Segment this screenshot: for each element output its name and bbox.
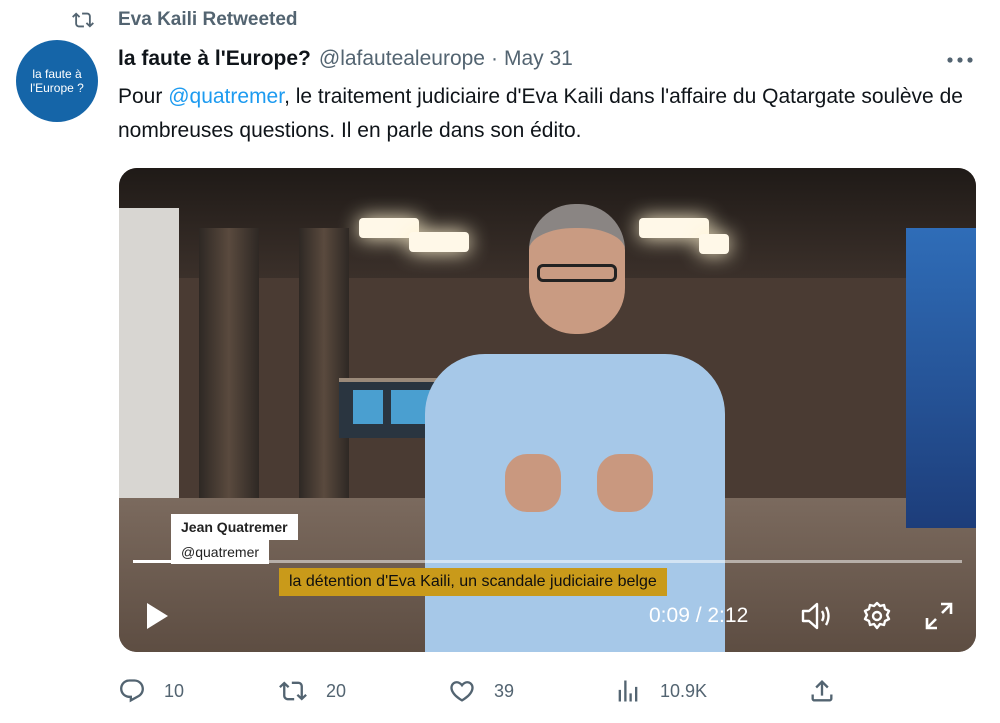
retweet-label: Eva Kaili Retweeted <box>118 9 298 30</box>
presenter-hand <box>597 454 653 512</box>
views-count: 10.9K <box>660 680 708 701</box>
author-name[interactable]: la faute à l'Europe? <box>118 47 311 71</box>
tweet-header: la faute à l'Europe? @lafautealeurope · … <box>118 44 573 74</box>
volume-button[interactable] <box>799 598 835 634</box>
presenter-hands <box>505 454 655 514</box>
video-player[interactable]: Jean Quatremer @quatremer la détention d… <box>119 168 976 652</box>
reply-count: 10 <box>164 680 185 701</box>
avatar-text-line2: l'Europe ? <box>30 81 84 95</box>
lower-third-name: Jean Quatremer <box>171 514 298 540</box>
video-time: 0:09 / 2:12 <box>649 604 749 627</box>
mention-link[interactable]: @quatremer <box>168 85 284 108</box>
separator-dot: · <box>490 47 498 70</box>
more-button[interactable] <box>944 48 976 72</box>
play-button[interactable] <box>143 598 171 634</box>
reply-icon <box>120 679 144 703</box>
like-count: 39 <box>494 680 515 701</box>
more-icon <box>947 57 973 63</box>
avatar[interactable]: la faute à l'Europe ? <box>16 40 98 122</box>
tweet-actions: 10 20 39 10.9K <box>118 672 958 710</box>
views-button[interactable]: 10.9K <box>614 672 707 710</box>
retweet-icon <box>279 681 307 701</box>
retweet-context[interactable]: Eva Kaili Retweeted <box>72 6 298 34</box>
views-icon <box>618 680 638 702</box>
fullscreen-button[interactable] <box>921 598 957 634</box>
scene-pillar <box>199 228 259 528</box>
retweet-button[interactable]: 20 <box>278 672 346 710</box>
video-controls: 0:09 / 2:12 <box>119 588 976 652</box>
presenter-glasses <box>537 264 617 282</box>
tweet-text-prefix: Pour <box>118 85 169 108</box>
share-icon <box>811 680 833 702</box>
retweet-icon <box>72 12 94 28</box>
settings-icon <box>863 601 891 630</box>
author-handle[interactable]: @lafautealeurope <box>319 47 485 71</box>
scene-blue-wall <box>906 228 976 528</box>
tweet-text: Pour @quatremer, le traitement judiciair… <box>118 80 978 148</box>
avatar-text-line1: la faute à <box>32 67 82 81</box>
play-icon <box>147 603 168 629</box>
volume-icon <box>801 602 830 630</box>
retweet-count: 20 <box>326 680 347 701</box>
settings-button[interactable] <box>859 598 895 634</box>
scene-wall <box>119 208 179 508</box>
video-progress-fill <box>133 560 192 563</box>
video-progress-bar[interactable] <box>133 560 962 563</box>
presenter-hand <box>505 454 561 512</box>
share-button[interactable] <box>808 672 854 710</box>
fullscreen-icon <box>925 602 953 630</box>
reply-button[interactable]: 10 <box>118 672 184 710</box>
heart-icon <box>450 681 474 702</box>
scene-screen <box>353 390 383 424</box>
like-button[interactable]: 39 <box>448 672 514 710</box>
tweet-date[interactable]: May 31 <box>504 47 573 71</box>
